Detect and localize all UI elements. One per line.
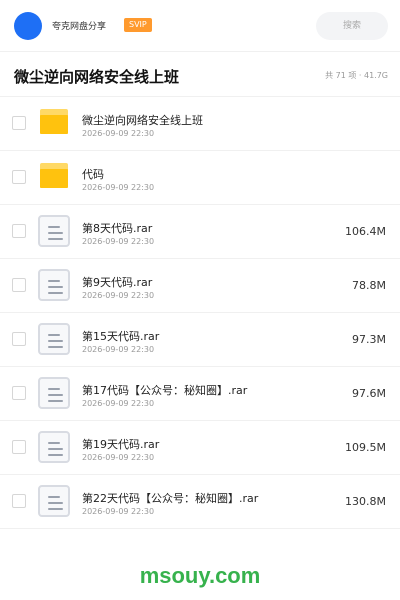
app-header: 夸克网盘分享 SVIP: [0, 0, 400, 52]
item-date: 2026-09-09 22:30: [82, 183, 155, 192]
list-item[interactable]: 微尘逆向网络安全线上班 2026-09-09 22:30: [0, 97, 400, 151]
select-checkbox[interactable]: [12, 332, 26, 346]
item-name: 第15天代码.rar: [82, 330, 160, 343]
select-checkbox[interactable]: [12, 116, 26, 130]
select-checkbox[interactable]: [12, 494, 26, 508]
item-date: 2026-09-09 22:30: [82, 237, 155, 246]
select-checkbox[interactable]: [12, 278, 26, 292]
item-date: 2026-09-09 22:30: [82, 507, 155, 516]
item-name: 第17代码【公众号：秘知圈】.rar: [82, 384, 248, 397]
select-checkbox[interactable]: [12, 224, 26, 238]
list-item[interactable]: 第8天代码.rar 2026-09-09 22:30 106.4M: [0, 205, 400, 259]
file-icon: [38, 431, 70, 463]
list-item[interactable]: 第9天代码.rar 2026-09-09 22:30 78.8M: [0, 259, 400, 313]
watermark-text: msouy.com: [139, 563, 261, 588]
item-date: 2026-09-09 22:30: [82, 129, 155, 138]
item-date: 2026-09-09 22:30: [82, 345, 155, 354]
item-name: 第22天代码【公众号：秘知圈】.rar: [82, 492, 259, 505]
list-item[interactable]: 代码 2026-09-09 22:30: [0, 151, 400, 205]
list-item[interactable]: 第15天代码.rar 2026-09-09 22:30 97.3M: [0, 313, 400, 367]
item-date: 2026-09-09 22:30: [82, 453, 155, 462]
user-name: 夸克网盘分享: [52, 22, 107, 32]
item-name: 第8天代码.rar: [82, 222, 153, 235]
page-title: 微尘逆向网络安全线上班: [14, 68, 180, 86]
item-size: 130.8M: [345, 495, 386, 508]
item-date: 2026-09-09 22:30: [82, 399, 155, 408]
list-item[interactable]: 第22天代码【公众号：秘知圈】.rar 2026-09-09 22:30 130…: [0, 475, 400, 529]
list-item[interactable]: 第19天代码.rar 2026-09-09 22:30 109.5M: [0, 421, 400, 475]
select-checkbox[interactable]: [12, 386, 26, 400]
select-checkbox[interactable]: [12, 170, 26, 184]
item-name: 微尘逆向网络安全线上班: [82, 114, 203, 127]
item-name: 第19天代码.rar: [82, 438, 160, 451]
folder-icon: [40, 163, 68, 188]
item-name: 代码: [82, 168, 104, 181]
folder-title-bar: 微尘逆向网络安全线上班 共 71 项 · 41.7G: [0, 53, 400, 97]
item-size: 97.3M: [352, 333, 386, 346]
file-icon: [38, 269, 70, 301]
item-date: 2026-09-09 22:30: [82, 291, 155, 300]
svip-badge: SVIP: [124, 18, 152, 32]
item-size: 109.5M: [345, 441, 386, 454]
file-icon: [38, 323, 70, 355]
avatar[interactable]: [14, 12, 42, 40]
file-icon: [38, 215, 70, 247]
folder-stats: 共 71 项 · 41.7G: [325, 71, 388, 80]
item-name: 第9天代码.rar: [82, 276, 153, 289]
file-icon: [38, 377, 70, 409]
item-size: 97.6M: [352, 387, 386, 400]
folder-icon: [40, 109, 68, 134]
file-icon: [38, 485, 70, 517]
item-size: 78.8M: [352, 279, 386, 292]
search-input[interactable]: [316, 12, 388, 40]
item-size: 106.4M: [345, 225, 386, 238]
select-checkbox[interactable]: [12, 440, 26, 454]
list-item[interactable]: 第17代码【公众号：秘知圈】.rar 2026-09-09 22:30 97.6…: [0, 367, 400, 421]
file-list: 微尘逆向网络安全线上班 2026-09-09 22:30 代码 2026-09-…: [0, 97, 400, 529]
